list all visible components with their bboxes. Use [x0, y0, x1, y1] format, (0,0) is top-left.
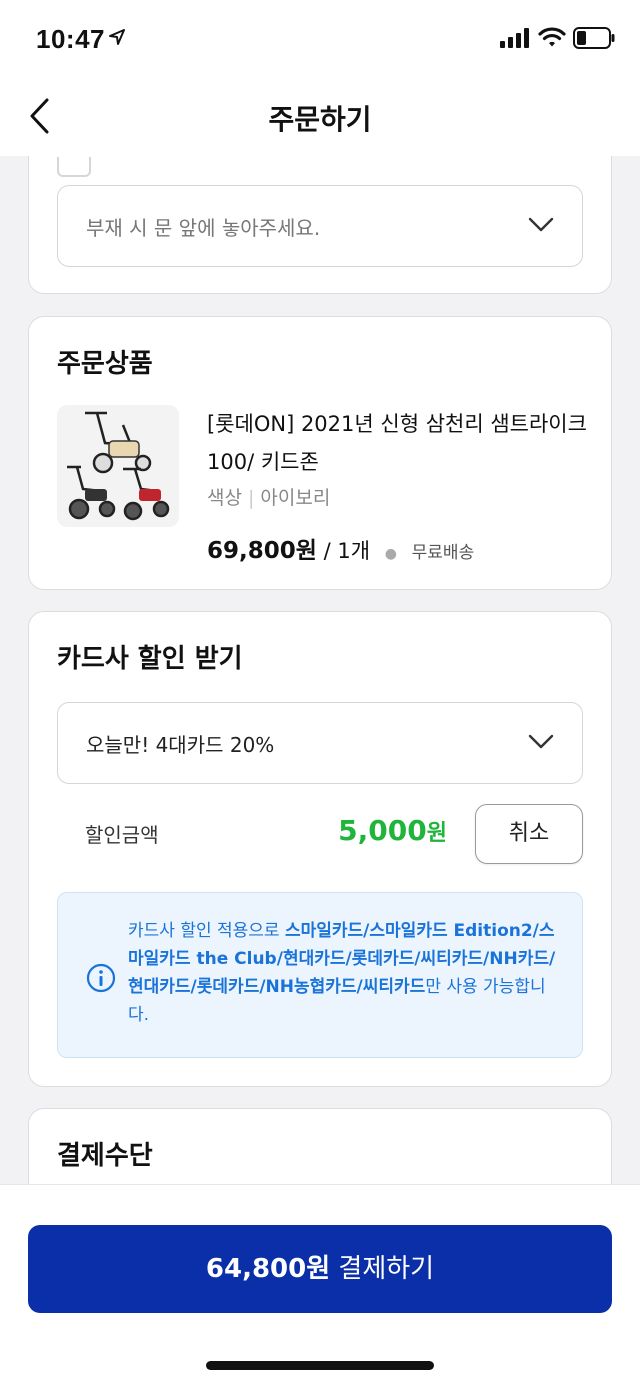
order-content[interactable]: 부재 시 문 앞에 놓아주세요. 주문상품 [롯데ON] 2021년 신형 삼천…: [0, 156, 640, 1184]
option-separator: |: [247, 487, 255, 509]
pay-button[interactable]: 64,800원 결제하기: [28, 1225, 612, 1313]
delivery-request-select[interactable]: 부재 시 문 앞에 놓아주세요.: [57, 185, 583, 267]
card-discount-notice: 카드사 할인 적용으로 스마일카드/스마일카드 Edition2/스마일카드 t…: [57, 892, 583, 1058]
product-thumbnail[interactable]: [57, 405, 179, 527]
status-bar: 10:47: [0, 0, 640, 80]
product-name[interactable]: [롯데ON] 2021년 신형 삼천리 샘트라이크 100/ 키드존: [207, 405, 587, 481]
battery-icon: [573, 27, 615, 49]
top-bar: 10:47 주문하기: [0, 0, 640, 156]
discount-amount-label: 할인금액: [85, 823, 159, 847]
page-title: 주문하기: [268, 103, 372, 136]
cellular-signal-icon: [500, 28, 529, 48]
location-arrow-icon: [109, 29, 125, 45]
order-product-title: 주문상품: [57, 349, 153, 379]
option-label: 색상: [207, 487, 242, 509]
dot-separator: ●: [384, 546, 397, 562]
info-icon: [86, 963, 116, 993]
option-value: 아이보리: [260, 487, 331, 509]
card-discount-card: 카드사 할인 받기 오늘만! 4대카드 20% 할인금액 5,000원 취소 카…: [28, 611, 612, 1087]
pay-total-amount: 64,800원: [205, 1254, 331, 1284]
order-product-card: 주문상품 [롯데ON] 2021년 신형 삼천리 샘트라이크 100/ 키드존 …: [28, 316, 612, 590]
notice-prefix: 카드사 할인 적용으로: [128, 921, 285, 941]
home-indicator[interactable]: [206, 1361, 434, 1370]
card-discount-title: 카드사 할인 받기: [57, 644, 243, 674]
tricycle-image-icon: [67, 411, 170, 521]
chevron-down-icon: [528, 734, 554, 749]
card-discount-selected: 오늘만! 4대카드 20%: [86, 733, 275, 757]
product-option: 색상 | 아이보리: [207, 483, 330, 510]
payment-method-card: 결제수단: [28, 1108, 612, 1184]
pay-button-label: 결제하기: [330, 1254, 435, 1284]
status-time: 10:47: [36, 24, 105, 54]
discount-amount-value: 5,000: [338, 814, 427, 847]
payment-method-title: 결제수단: [57, 1141, 153, 1171]
checkbox-partial[interactable]: [57, 157, 91, 177]
discount-amount: 5,000원: [338, 814, 447, 847]
delivery-request-value: 부재 시 문 앞에 놓아주세요.: [86, 216, 321, 240]
cancel-discount-button[interactable]: 취소: [475, 804, 583, 864]
delivery-card: 부재 시 문 앞에 놓아주세요.: [28, 156, 612, 294]
product-price: 69,800: [207, 538, 296, 564]
discount-amount-unit: 원: [426, 821, 447, 846]
product-quantity: / 1개: [323, 539, 371, 563]
page-header: 주문하기: [0, 80, 640, 156]
wifi-icon: [538, 27, 566, 47]
product-price-unit: 원: [295, 538, 317, 564]
chevron-down-icon: [528, 217, 554, 232]
bottom-bar: 64,800원 결제하기: [0, 1184, 640, 1384]
shipping-info: 무료배송: [411, 543, 475, 563]
product-price-line: 69,800원 / 1개 ● 무료배송: [207, 531, 474, 565]
card-discount-notice-text: 카드사 할인 적용으로 스마일카드/스마일카드 Edition2/스마일카드 t…: [128, 917, 564, 1029]
card-discount-select[interactable]: 오늘만! 4대카드 20%: [57, 702, 583, 784]
